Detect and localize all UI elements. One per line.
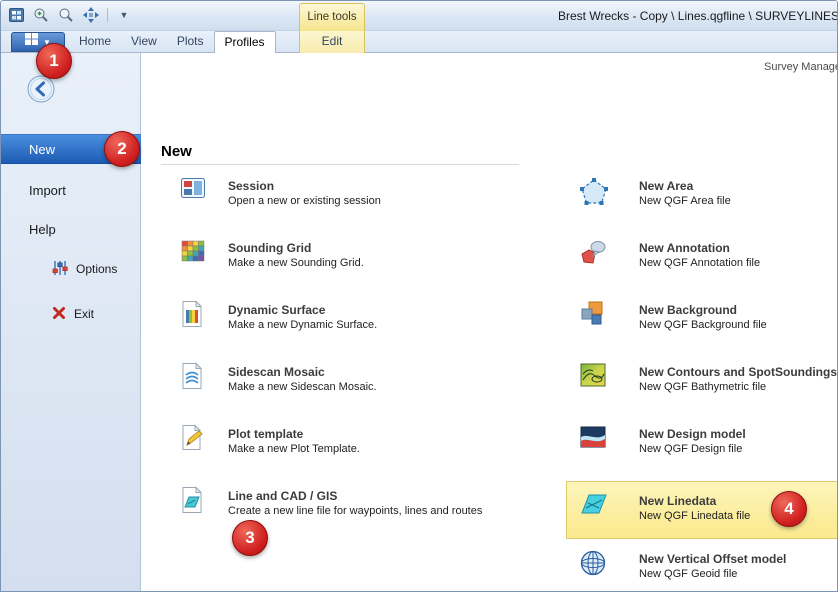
new-item-dynamic-surface[interactable]: Dynamic Surface Make a new Dynamic Surfac… xyxy=(180,303,520,337)
tab-plots[interactable]: Plots xyxy=(167,31,214,53)
new-background-icon xyxy=(579,300,605,331)
new-item-design-model[interactable]: New Design model New QGF Design file xyxy=(579,427,838,461)
tab-view[interactable]: View xyxy=(121,31,167,53)
new-annotation-icon xyxy=(579,238,607,271)
new-vertical-offset-icon xyxy=(579,549,607,582)
item-desc: New QGF Bathymetric file xyxy=(639,381,837,393)
item-desc: New QGF Linedata file xyxy=(639,510,750,522)
item-desc: New QGF Area file xyxy=(639,195,731,207)
tab-home[interactable]: Home xyxy=(69,31,121,53)
item-title: Sounding Grid xyxy=(228,241,364,255)
exit-x-icon xyxy=(51,305,67,324)
zoom-icon[interactable] xyxy=(57,6,75,24)
callout-4: 4 xyxy=(771,491,807,527)
callout-2: 2 xyxy=(104,131,140,167)
sidebar-item-help[interactable]: Help xyxy=(1,216,141,244)
line-cad-gis-icon xyxy=(180,486,204,519)
quick-access-toolbar: ▼ xyxy=(7,6,133,24)
sidescan-mosaic-icon xyxy=(180,362,204,395)
new-linedata-icon xyxy=(579,491,609,522)
survey-manager-label: Survey Manager (Te xyxy=(764,61,838,73)
sidebar-item-label: New xyxy=(29,142,55,157)
callout-number: 1 xyxy=(49,51,58,71)
new-item-contours[interactable]: New Contours and SpotSoundings New QGF Ba… xyxy=(579,365,838,399)
window-title: Brest Wrecks - Copy \ Lines.qgfline \ SU… xyxy=(558,9,838,23)
item-desc: New QGF Annotation file xyxy=(639,257,760,269)
new-item-vertical-offset[interactable]: New Vertical Offset model New QGF Geoid f… xyxy=(579,552,838,586)
contextual-tab-group-label: Line tools xyxy=(299,3,365,31)
new-item-annotation[interactable]: New Annotation New QGF Annotation file xyxy=(579,241,838,275)
item-title: New Vertical Offset model xyxy=(639,552,786,566)
item-title: Line and CAD / GIS xyxy=(228,489,482,503)
zoom-extents-icon[interactable] xyxy=(82,6,100,24)
callout-number: 3 xyxy=(245,528,254,548)
plot-template-icon xyxy=(180,424,206,457)
zoom-in-icon[interactable] xyxy=(32,6,50,24)
ribbon-tab-row: ▼ Home View Plots Profiles Edit xyxy=(1,31,837,53)
item-title: Plot template xyxy=(228,427,360,441)
item-desc: Open a new or existing session xyxy=(228,195,381,207)
qat-dropdown-caret-icon[interactable]: ▼ xyxy=(115,6,133,24)
item-title: Dynamic Surface xyxy=(228,303,377,317)
item-title: New Background xyxy=(639,303,767,317)
new-item-session[interactable]: Session Open a new or existing session xyxy=(180,179,520,213)
tab-profiles[interactable]: Profiles xyxy=(214,31,276,53)
tab-edit[interactable]: Edit xyxy=(299,31,365,53)
new-item-sounding-grid[interactable]: Sounding Grid Make a new Sounding Grid. xyxy=(180,241,520,275)
new-item-plot-template[interactable]: Plot template Make a new Plot Template. xyxy=(180,427,520,461)
section-title-new: New xyxy=(161,143,192,160)
item-desc: Create a new line file for waypoints, li… xyxy=(228,505,482,517)
sidebar-item-options[interactable]: Options xyxy=(51,258,117,280)
item-title: New Area xyxy=(639,179,731,193)
callout-number: 4 xyxy=(784,499,793,519)
section-divider xyxy=(161,164,519,165)
item-title: Sidescan Mosaic xyxy=(228,365,377,379)
session-icon xyxy=(180,176,206,207)
callout-3: 3 xyxy=(232,520,268,556)
new-contours-icon xyxy=(579,362,607,393)
new-design-icon xyxy=(579,424,607,455)
new-item-sidescan-mosaic[interactable]: Sidescan Mosaic Make a new Sidescan Mosai… xyxy=(180,365,520,399)
new-item-background[interactable]: New Background New QGF Background file xyxy=(579,303,838,337)
item-title: New Annotation xyxy=(639,241,760,255)
sidebar-item-import[interactable]: Import xyxy=(1,177,141,205)
item-desc: Make a new Dynamic Surface. xyxy=(228,319,377,331)
item-desc: Make a new Plot Template. xyxy=(228,443,360,455)
item-title: New Linedata xyxy=(639,494,750,508)
backstage-content: Survey Manager (Te New Session Open a new… xyxy=(142,53,837,591)
app-window: ▼ Line tools Brest Wrecks - Copy \ Lines… xyxy=(0,0,838,592)
new-area-icon xyxy=(579,176,609,211)
sounding-grid-icon xyxy=(180,238,206,269)
callout-number: 2 xyxy=(117,139,126,159)
item-desc: New QGF Design file xyxy=(639,443,746,455)
file-grid-icon xyxy=(25,33,39,51)
item-title: New Contours and SpotSoundings xyxy=(639,365,837,379)
sidebar-action-label: Exit xyxy=(74,307,94,321)
sidebar-item-label: Help xyxy=(29,222,56,237)
dynamic-surface-icon xyxy=(180,300,204,333)
item-title: New Design model xyxy=(639,427,746,441)
new-item-line-cad-gis[interactable]: Line and CAD / GIS Create a new line file… xyxy=(180,489,520,523)
callout-1: 1 xyxy=(36,43,72,79)
sidebar-item-label: Import xyxy=(29,183,66,198)
item-desc: Make a new Sounding Grid. xyxy=(228,257,364,269)
item-title: Session xyxy=(228,179,381,193)
sidebar-action-label: Options xyxy=(76,262,117,276)
ribbon-tabs: Home View Plots Profiles xyxy=(69,31,276,53)
toolbar-separator xyxy=(107,8,108,22)
back-button[interactable] xyxy=(27,75,55,103)
app-icon[interactable] xyxy=(7,6,25,24)
item-desc: Make a new Sidescan Mosaic. xyxy=(228,381,377,393)
item-desc: New QGF Geoid file xyxy=(639,568,786,580)
sidebar-item-exit[interactable]: Exit xyxy=(51,303,94,325)
options-sliders-icon xyxy=(51,260,69,279)
new-item-area[interactable]: New Area New QGF Area file xyxy=(579,179,838,213)
titlebar: ▼ Line tools Brest Wrecks - Copy \ Lines… xyxy=(1,1,837,31)
item-desc: New QGF Background file xyxy=(639,319,767,331)
